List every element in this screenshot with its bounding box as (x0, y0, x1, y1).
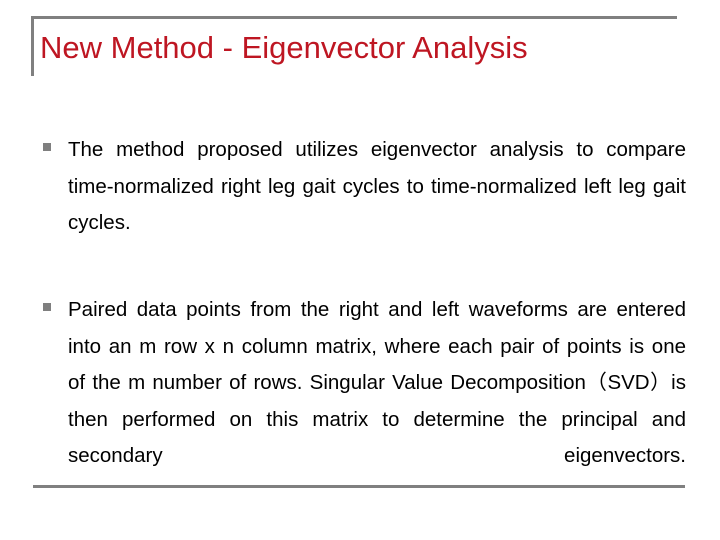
list-item: The method proposed utilizes eigenvector… (40, 132, 686, 278)
slide-title: New Method - Eigenvector Analysis (40, 30, 528, 65)
presentation-slide: New Method - Eigenvector Analysis The me… (0, 0, 720, 540)
square-bullet-icon (43, 143, 51, 151)
list-item-text: Paired data points from the right and le… (68, 298, 686, 467)
slide-body-list: The method proposed utilizes eigenvector… (40, 132, 686, 525)
list-item: Paired data points from the right and le… (40, 292, 686, 511)
list-item-text: The method proposed utilizes eigenvector… (68, 138, 686, 234)
square-bullet-icon (43, 303, 51, 311)
title-left-rule (31, 16, 34, 76)
slide-bottom-rule (33, 485, 685, 488)
title-top-rule (31, 16, 677, 19)
